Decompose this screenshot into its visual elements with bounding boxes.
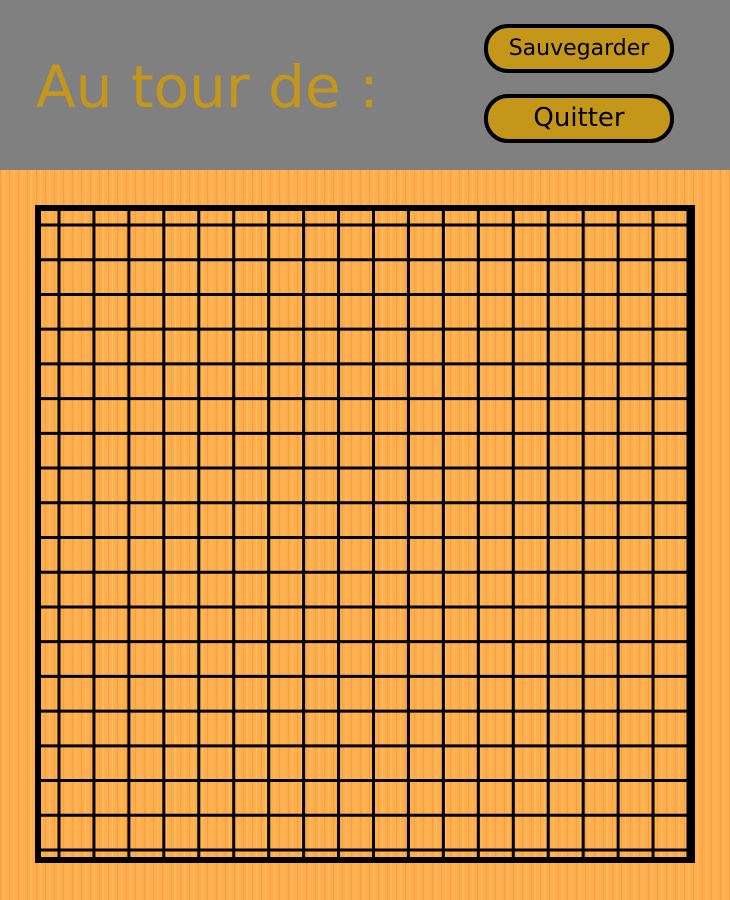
header-bar: Au tour de : Sauvegarder Quitter	[0, 0, 730, 170]
board-grid	[38, 208, 692, 860]
game-window: Au tour de : Sauvegarder Quitter	[0, 0, 730, 900]
turn-indicator: Au tour de :	[36, 53, 379, 121]
board-border	[35, 205, 695, 863]
board-area	[0, 170, 730, 900]
go-board[interactable]	[0, 170, 730, 900]
quit-button[interactable]: Quitter	[484, 94, 674, 143]
save-button[interactable]: Sauvegarder	[484, 24, 674, 73]
